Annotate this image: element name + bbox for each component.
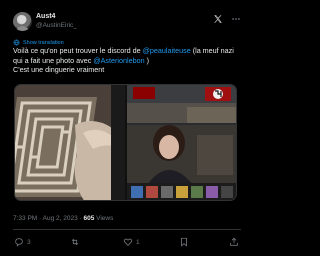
- heart-icon: [123, 238, 133, 246]
- views-label: Views: [94, 215, 114, 222]
- retweet-icon: [72, 238, 79, 246]
- media-photo-right[interactable]: [127, 85, 236, 200]
- bookmark-button[interactable]: [179, 237, 189, 247]
- retweet-button[interactable]: [70, 237, 83, 247]
- avatar[interactable]: [13, 12, 32, 31]
- share-button[interactable]: [229, 237, 239, 247]
- reply-icon: [15, 238, 23, 247]
- avatar-image: [15, 15, 30, 31]
- media-grid: [14, 84, 237, 201]
- mention-link[interactable]: @Asterionlebon: [93, 56, 144, 65]
- show-translation-link[interactable]: Show translation: [13, 39, 64, 46]
- divider: [13, 229, 241, 230]
- views-count: 605: [83, 215, 95, 222]
- room-photo: [127, 85, 236, 200]
- tweet-timestamp[interactable]: 7:33 PM · Aug 2, 2023 ·: [13, 215, 83, 222]
- tweet-meta: 7:33 PM · Aug 2, 2023 · 605 Views: [13, 215, 113, 222]
- like-button[interactable]: 1: [123, 237, 140, 247]
- x-logo-icon: [214, 15, 222, 23]
- translate-label: Show translation: [23, 39, 64, 46]
- bookmark-icon: [181, 237, 188, 247]
- like-count: 1: [136, 238, 140, 246]
- media-photo-left[interactable]: [15, 85, 125, 200]
- text-segment: Voilà ce qu'on peut trouver le discord d…: [13, 46, 143, 55]
- maze-photo: [15, 85, 125, 200]
- text-segment: C'est une dinguerie vraiment: [13, 65, 105, 74]
- reply-button[interactable]: 3: [14, 237, 31, 247]
- action-bar: 3 1: [14, 236, 239, 248]
- tweet-text: Voilà ce qu'on peut trouver le discord d…: [13, 46, 242, 75]
- header-icons: [213, 14, 241, 24]
- mention-link[interactable]: @peaulaiteuse: [143, 46, 191, 55]
- share-icon: [230, 237, 238, 246]
- more-dots-icon[interactable]: [231, 14, 241, 24]
- author-handle[interactable]: @AustinEiric_: [36, 22, 77, 29]
- globe-icon: [13, 39, 20, 46]
- tweet-header: Aust4 @AustinEiric_: [13, 12, 243, 34]
- reply-count: 3: [27, 238, 31, 246]
- text-segment: ): [144, 55, 149, 65]
- author-name[interactable]: Aust4: [36, 13, 55, 20]
- tweet-card: Aust4 @AustinEiric_ Show translation Voi…: [0, 0, 251, 256]
